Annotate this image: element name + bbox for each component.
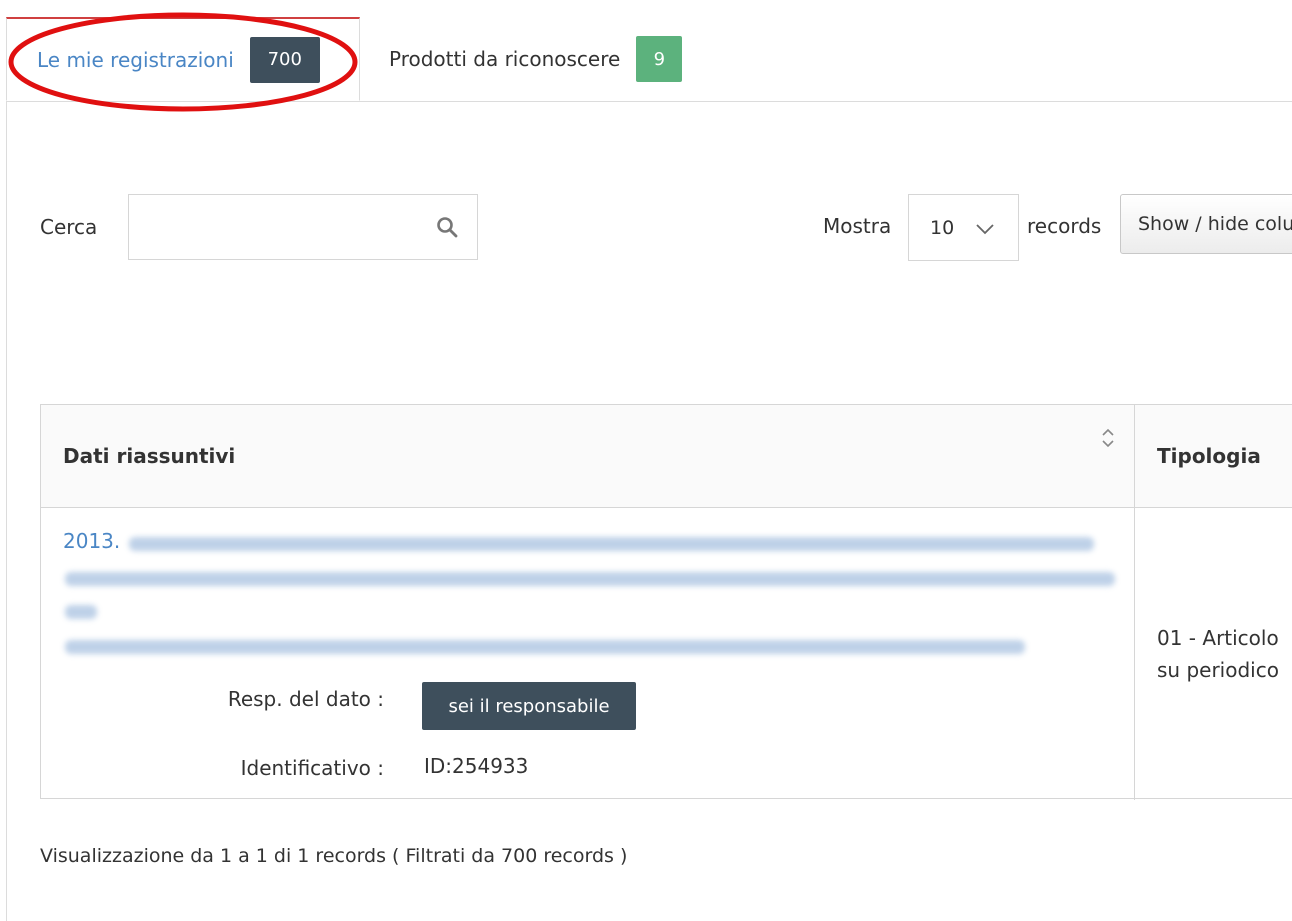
sort-icon[interactable] bbox=[1099, 427, 1117, 449]
table-row: 2013. Resp. del dato : sei il responsabi… bbox=[41, 507, 1292, 800]
redacted-title-line[interactable] bbox=[129, 537, 1094, 551]
identificativo-value: ID:254933 bbox=[424, 754, 529, 778]
tab-bar: Le mie registrazioni 700 Prodotti da ric… bbox=[6, 17, 1292, 102]
tipologia-cell: 01 - Articolo su periodico bbox=[1157, 626, 1279, 682]
table-header: Dati riassuntivi Tipologia bbox=[41, 405, 1292, 508]
chevron-down-icon bbox=[976, 224, 994, 235]
search-icon[interactable] bbox=[435, 215, 459, 239]
tab-label: Prodotti da riconoscere bbox=[389, 47, 621, 71]
tab-le-mie-registrazioni[interactable]: Le mie registrazioni 700 bbox=[6, 17, 360, 101]
show-hide-columns-button[interactable]: Show / hide columns bbox=[1120, 194, 1292, 254]
length-suffix-label: records bbox=[1027, 214, 1102, 238]
tab-prodotti-da-riconoscere[interactable]: Prodotti da riconoscere 9 bbox=[389, 17, 683, 101]
records-table: Dati riassuntivi Tipologia 2013. Resp. d… bbox=[40, 404, 1292, 800]
length-prefix-label: Mostra bbox=[823, 214, 892, 238]
resp-label: Resp. del dato : bbox=[227, 687, 384, 711]
redacted-details-line bbox=[65, 572, 1115, 586]
records-per-page-value: 10 bbox=[930, 216, 955, 239]
column-header-tipologia[interactable]: Tipologia bbox=[1157, 405, 1261, 507]
responsabile-badge[interactable]: sei il responsabile bbox=[422, 682, 636, 730]
search-field[interactable] bbox=[128, 194, 478, 260]
column-header-dati-riassuntivi[interactable]: Dati riassuntivi bbox=[63, 405, 235, 507]
record-year-link[interactable]: 2013. bbox=[63, 529, 120, 553]
search-input[interactable] bbox=[129, 195, 429, 259]
tab-label: Le mie registrazioni bbox=[37, 47, 234, 72]
redacted-authors-line bbox=[65, 640, 1025, 654]
records-per-page-select[interactable]: 10 bbox=[908, 194, 1019, 261]
table-info: Visualizzazione da 1 a 1 di 1 records ( … bbox=[40, 845, 628, 867]
count-badge: 9 bbox=[636, 36, 683, 82]
redacted-details-line bbox=[65, 605, 97, 619]
search-label: Cerca bbox=[40, 215, 98, 239]
show-hide-columns-label: Show / hide columns bbox=[1138, 213, 1292, 235]
count-badge: 700 bbox=[249, 36, 320, 83]
identificativo-label: Identificativo : bbox=[240, 756, 384, 780]
